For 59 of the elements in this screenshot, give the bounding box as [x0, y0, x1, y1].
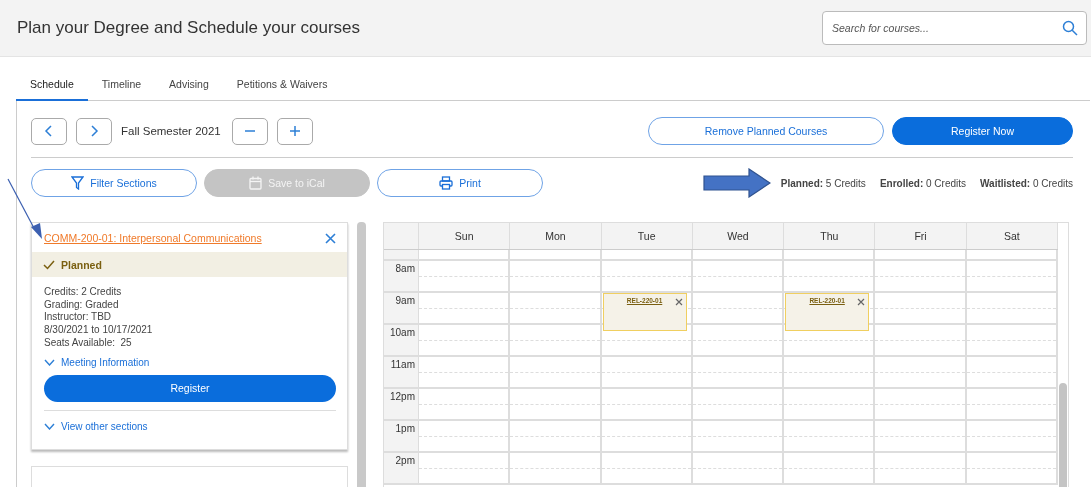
annotation-arrow [7, 178, 43, 240]
day-header: Tue [601, 223, 693, 249]
next-button[interactable] [76, 117, 112, 145]
other-sections-link[interactable]: View other sections [32, 417, 160, 435]
time-label: 9am [395, 295, 415, 306]
time-label: 12pm [390, 391, 415, 402]
tab[interactable]: Timeline [87, 74, 156, 101]
scrollbar[interactable] [357, 222, 366, 487]
register-button[interactable]: Register [44, 374, 336, 402]
status-label: Planned [61, 258, 102, 271]
tool-button[interactable]: Filter Sections [31, 169, 197, 197]
annotation-arrow [702, 168, 771, 198]
close-icon[interactable] [674, 298, 683, 306]
time-label: 8am [395, 263, 415, 274]
page-title: Plan your Degree and Schedule your courses [17, 18, 361, 38]
printer-icon [439, 176, 454, 190]
course-title-link[interactable]: COMM-200-01: Interpersonal Communications [44, 232, 262, 244]
day-header: Wed [692, 223, 785, 249]
day-header: Fri [875, 223, 967, 249]
chevron-left-icon [44, 125, 54, 137]
tab[interactable]: Petitions & Waivers [222, 74, 342, 101]
course-detail: 8/30/2021 to 10/17/2021 [44, 324, 154, 337]
time-label: 1pm [395, 423, 415, 434]
day-header: Thu [784, 223, 876, 249]
day-header: Sun [419, 223, 511, 249]
chevron-down-icon [44, 358, 55, 366]
tool-button[interactable]: Print [377, 169, 543, 197]
time-label: 11am [390, 359, 415, 370]
meeting-info-link[interactable]: Meeting Information [32, 353, 162, 371]
scrollbar[interactable] [1059, 383, 1067, 487]
search-field[interactable]: Search for courses... [822, 11, 1087, 45]
plus-icon [288, 125, 301, 137]
course-detail: Instructor: TBD [44, 311, 113, 325]
term-label: Fall Semester 2021 [121, 125, 221, 137]
plus-button[interactable] [276, 117, 313, 145]
course-detail: Seats Available: 25 [44, 336, 133, 350]
previous-button[interactable] [31, 117, 67, 145]
calendar-icon [249, 176, 263, 190]
minus-button[interactable] [231, 117, 268, 145]
chevron-down-icon [44, 422, 55, 430]
time-label: 2pm [395, 455, 415, 466]
tab[interactable]: Schedule [16, 74, 88, 101]
course-detail: Credits: 2 Credits [44, 286, 123, 299]
time-label: 10am [390, 327, 415, 338]
tab[interactable]: Advising [155, 74, 223, 101]
close-icon[interactable] [325, 232, 336, 244]
credit-summary: Enrolled: 0 Credits [879, 177, 966, 189]
credit-summary: Planned: 5 Credits [780, 177, 866, 189]
check-icon [43, 259, 55, 270]
course-detail: Grading: Graded [44, 298, 120, 312]
search-icon[interactable] [1062, 20, 1078, 36]
filter-icon [71, 176, 85, 190]
chevron-right-icon [89, 125, 99, 137]
credit-summary: Waitlisted: 0 Credits [980, 177, 1073, 189]
register-now-button[interactable]: Register Now [892, 117, 1073, 145]
remove-courses-button[interactable]: Remove Planned Courses [648, 117, 884, 145]
close-icon[interactable] [857, 298, 866, 306]
day-header: Mon [510, 223, 602, 249]
day-header: Sat [966, 223, 1058, 249]
